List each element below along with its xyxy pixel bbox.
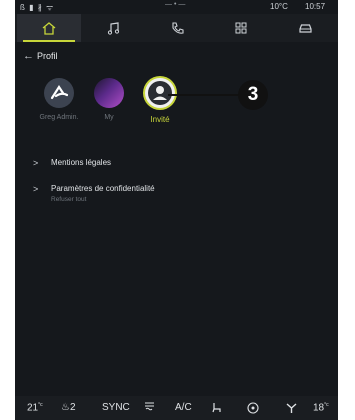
steering-wheel-heat-icon[interactable] (247, 402, 259, 417)
climate-bar: 21°c ♨2 SYNC A/C 18°c (15, 396, 338, 420)
status-center-indicator: — • — (165, 1, 186, 8)
status-bar: ß ▮ ∦ ᯤ — • — 10°C 10:57 (15, 0, 338, 14)
tab-car[interactable] (273, 14, 337, 42)
rear-defrost-icon[interactable] (143, 402, 156, 415)
callout-number: 3 (238, 80, 268, 110)
callout-leader-line (168, 94, 240, 96)
infotainment-screen: ß ▮ ∦ ᯤ — • — 10°C 10:57 ← Profil Greg A (15, 0, 338, 420)
left-temperature[interactable]: 21°c (27, 402, 43, 413)
clock: 10:57 (305, 2, 326, 11)
profile-greg-admin[interactable]: Greg Admin. (37, 78, 81, 121)
seat-icon[interactable] (211, 402, 222, 416)
menu-item-label: Paramètres de confidentialité (51, 184, 155, 193)
status-icons: ß ▮ ∦ ᯤ (20, 3, 55, 12)
tab-home[interactable] (17, 14, 81, 42)
car-icon (298, 23, 312, 33)
tab-music[interactable] (81, 14, 145, 42)
purple-avatar-icon (94, 78, 124, 108)
sync-button[interactable]: SYNC (102, 402, 130, 413)
menu-item-confidentialite[interactable]: > Paramètres de confidentialité Refuser … (15, 184, 338, 210)
alpine-logo-icon (44, 78, 74, 108)
profile-invite[interactable]: Invité (138, 78, 182, 124)
chevron-right-icon: > (33, 158, 39, 168)
right-temperature[interactable]: 18°c (313, 402, 329, 413)
outside-temperature: 10°C (270, 2, 288, 11)
ac-button[interactable]: A/C (175, 402, 192, 413)
menu-item-mentions-legales[interactable]: > Mentions légales (15, 158, 338, 184)
music-icon (107, 21, 119, 35)
profile-my[interactable]: My (87, 78, 131, 121)
tab-apps[interactable] (209, 14, 273, 42)
profile-name-active: Invité (150, 115, 170, 124)
tab-phone[interactable] (145, 14, 209, 42)
home-icon (42, 21, 56, 35)
guest-user-icon (145, 78, 175, 108)
main-tab-bar (15, 14, 338, 42)
page-header: ← Profil (15, 46, 338, 66)
chevron-right-icon: > (33, 184, 39, 194)
back-arrow-icon[interactable]: ← (23, 50, 34, 62)
profile-selector: Greg Admin. My Invité (15, 78, 338, 148)
seat-heat-icon: ♨ (61, 402, 70, 413)
apps-icon (235, 22, 247, 34)
fan-icon[interactable] (285, 402, 298, 417)
menu-item-sublabel: Refuser tout (51, 196, 87, 203)
phone-icon (171, 21, 184, 34)
seat-heat-control[interactable]: ♨2 (61, 402, 76, 413)
menu-item-label: Mentions légales (51, 158, 112, 167)
page-title: Profil (37, 51, 58, 61)
